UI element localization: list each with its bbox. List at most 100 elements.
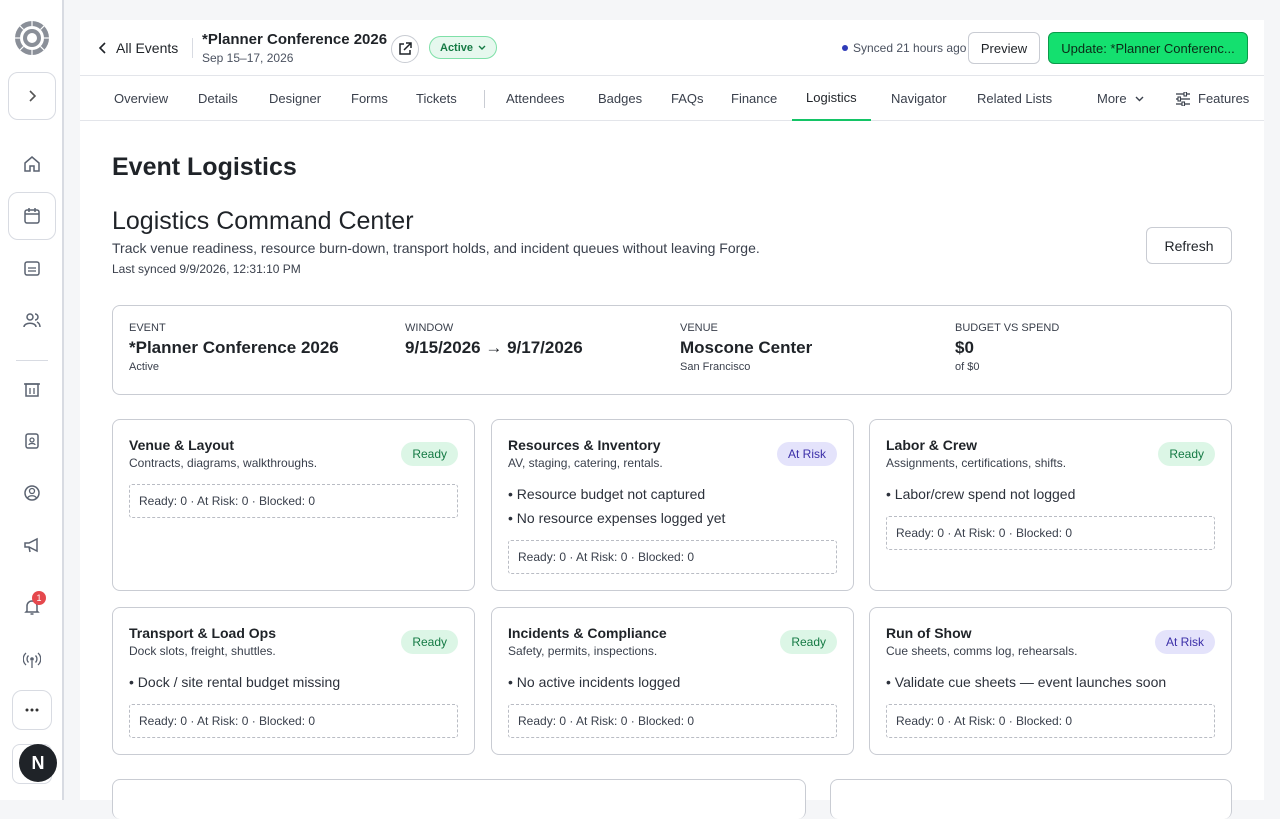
tab-logistics[interactable]: Logistics — [792, 76, 871, 121]
tab-forms[interactable]: Forms — [337, 76, 402, 121]
open-external-button[interactable] — [391, 35, 419, 63]
sync-label: Synced 21 hours ago — [853, 41, 967, 55]
tab-faqs[interactable]: FAQs — [657, 76, 718, 121]
status-badge: Ready — [401, 442, 458, 466]
back-label: All Events — [116, 40, 179, 56]
list-item: Validate cue sheets — event launches soo… — [886, 674, 1166, 698]
card-title: Transport & Load Ops — [129, 625, 277, 641]
refresh-button[interactable]: Refresh — [1146, 227, 1232, 264]
tab-badges[interactable]: Badges — [584, 76, 656, 121]
rail-divider — [16, 360, 48, 361]
status-counts: Ready: 0 · At Risk: 0 · Blocked: 0 — [508, 540, 837, 574]
expand-sidebar-button[interactable] — [8, 72, 56, 120]
card-venue-layout: Venue & Layout Contracts, diagrams, walk… — [112, 419, 475, 591]
card-description: Assignments, certifications, shifts. — [886, 456, 1067, 470]
home-icon — [24, 156, 40, 172]
notification-count-badge: 1 — [32, 591, 46, 605]
page-title: Event Logistics — [112, 153, 297, 181]
card-resources-inventory: Resources & Inventory AV, staging, cater… — [491, 419, 854, 591]
nav-home[interactable] — [8, 140, 56, 188]
summary-label: Budget vs spend — [955, 322, 1060, 334]
nav-badges[interactable] — [8, 417, 56, 465]
nav-contacts[interactable] — [8, 469, 56, 517]
nav-schedule[interactable] — [8, 244, 56, 292]
tab-related-lists[interactable]: Related Lists — [963, 76, 1066, 121]
left-rail: 1 N — [0, 0, 64, 800]
features-button[interactable]: Features — [1161, 76, 1249, 121]
section-title: Logistics Command Center — [112, 207, 414, 235]
sliders-icon — [1176, 91, 1190, 106]
event-status-dropdown[interactable]: Active — [429, 36, 498, 59]
summary-value: *Planner Conference 2026 — [129, 338, 339, 357]
summary-event: Event *Planner Conference 2026 Active — [129, 322, 339, 373]
card-title: Run of Show — [886, 625, 972, 641]
sync-status: Synced 21 hours ago — [842, 41, 966, 55]
sync-dot-icon — [842, 45, 848, 51]
features-label: Features — [1198, 91, 1250, 106]
tab-finance[interactable]: Finance — [717, 76, 791, 121]
card-issue-list: Dock / site rental budget missing — [129, 674, 340, 698]
card-title: Resources & Inventory — [508, 437, 661, 453]
tab-more-dropdown[interactable]: More — [1083, 76, 1158, 121]
status-counts: Ready: 0 · At Risk: 0 · Blocked: 0 — [129, 704, 458, 738]
users-icon — [23, 313, 41, 328]
back-to-all-events-link[interactable]: All Events — [98, 40, 178, 56]
nav-events[interactable] — [8, 192, 56, 240]
list-item: Dock / site rental budget missing — [129, 674, 340, 698]
section-subtitle: Track venue readiness, resource burn-dow… — [112, 240, 760, 256]
nav-marketing[interactable] — [8, 521, 56, 569]
summary-venue: Venue Moscone Center San Francisco — [680, 322, 812, 373]
status-counts: Ready: 0 · At Risk: 0 · Blocked: 0 — [129, 484, 458, 518]
header-divider — [192, 38, 193, 58]
card-title: Labor & Crew — [886, 437, 978, 453]
summary-note: Active — [129, 361, 159, 373]
card-title: Incidents & Compliance — [508, 625, 667, 641]
lower-panel-right — [830, 779, 1232, 819]
chevron-left-icon — [98, 42, 106, 54]
chevron-right-icon — [29, 90, 37, 102]
chevron-down-icon — [478, 45, 486, 50]
nav-broadcast[interactable] — [8, 636, 56, 684]
card-description: Safety, permits, inspections. — [508, 644, 658, 658]
summary-note: of $0 — [955, 361, 980, 373]
more-apps-button[interactable] — [12, 690, 52, 730]
building-icon — [24, 383, 40, 397]
tab-overview[interactable]: Overview — [100, 76, 182, 121]
tab-divider — [484, 90, 485, 108]
tab-attendees[interactable]: Attendees — [492, 76, 579, 121]
tab-designer[interactable]: Designer — [255, 76, 335, 121]
list-item: Resource budget not captured — [508, 486, 725, 510]
status-counts: Ready: 0 · At Risk: 0 · Blocked: 0 — [886, 704, 1215, 738]
app-logo-icon[interactable] — [14, 20, 50, 56]
tab-details[interactable]: Details — [184, 76, 252, 121]
ellipsis-icon — [25, 708, 39, 712]
card-run-of-show: Run of Show Cue sheets, comms log, rehea… — [869, 607, 1232, 755]
status-counts: Ready: 0 · At Risk: 0 · Blocked: 0 — [886, 516, 1215, 550]
card-transport-load-ops: Transport & Load Ops Dock slots, freight… — [112, 607, 475, 755]
card-description: Dock slots, freight, shuttles. — [129, 644, 276, 658]
nav-venues[interactable] — [8, 365, 56, 413]
tab-tickets[interactable]: Tickets — [402, 76, 471, 121]
summary-window: Window 9/15/2026 → 9/17/2026 — [405, 322, 583, 358]
card-issue-list: Resource budget not captured No resource… — [508, 486, 726, 534]
event-dates: Sep 15–17, 2026 — [202, 51, 294, 65]
summary-label: Event — [129, 322, 166, 334]
lower-panel-left — [112, 779, 806, 819]
status-counts: Ready: 0 · At Risk: 0 · Blocked: 0 — [508, 704, 837, 738]
event-title: *Planner Conference 2026 — [202, 31, 388, 48]
card-title: Venue & Layout — [129, 437, 235, 453]
nav-notifications[interactable]: 1 — [8, 583, 56, 631]
calendar-list-icon — [24, 261, 40, 276]
card-labor-crew: Labor & Crew Assignments, certifications… — [869, 419, 1232, 591]
event-tabs: Overview Details Designer Forms Tickets … — [80, 76, 1264, 121]
broadcast-icon — [23, 652, 41, 668]
nav-people[interactable] — [8, 296, 56, 344]
preview-button[interactable]: Preview — [968, 32, 1040, 64]
card-description: AV, staging, catering, rentals. — [508, 456, 663, 470]
user-avatar[interactable]: N — [19, 744, 57, 782]
tab-navigator[interactable]: Navigator — [877, 76, 961, 121]
more-label: More — [1097, 91, 1127, 106]
command-center-header: Logistics Command Center Track venue rea… — [112, 207, 760, 276]
summary-note: San Francisco — [680, 361, 751, 373]
update-event-button[interactable]: Update: *Planner Conferenc... — [1048, 32, 1248, 64]
